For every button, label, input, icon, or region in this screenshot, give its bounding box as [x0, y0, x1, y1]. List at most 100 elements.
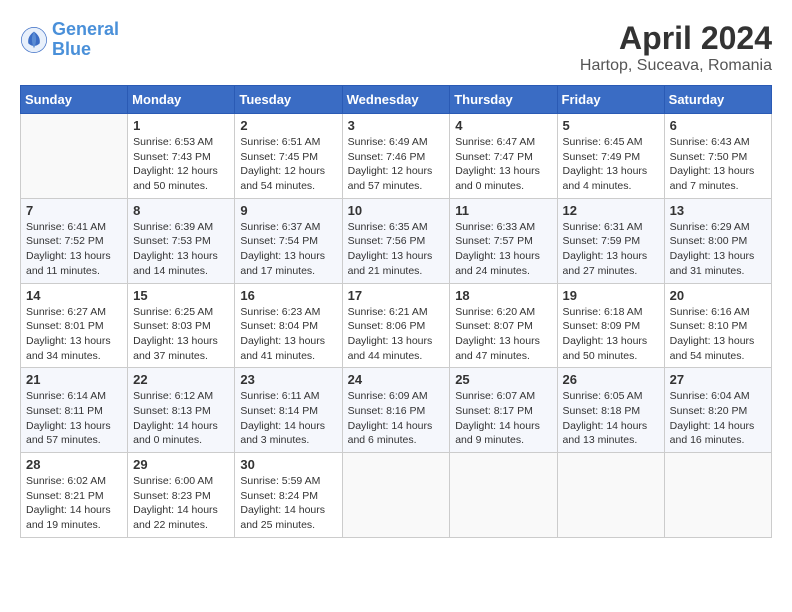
- day-info: Sunrise: 6:43 AM Sunset: 7:50 PM Dayligh…: [670, 135, 766, 194]
- day-info: Sunrise: 6:29 AM Sunset: 8:00 PM Dayligh…: [670, 220, 766, 279]
- day-info: Sunrise: 6:23 AM Sunset: 8:04 PM Dayligh…: [240, 305, 336, 364]
- calendar-cell: 9 Sunrise: 6:37 AM Sunset: 7:54 PM Daylig…: [235, 198, 342, 283]
- day-info: Sunrise: 6:47 AM Sunset: 7:47 PM Dayligh…: [455, 135, 551, 194]
- day-number: 8: [133, 203, 229, 218]
- calendar-cell: 25Sunrise: 6:07 AM Sunset: 8:17 PM Dayli…: [450, 368, 557, 453]
- day-number: 15: [133, 288, 229, 303]
- calendar-cell: 10 Sunrise: 6:35 AM Sunset: 7:56 PM Dayli…: [342, 198, 450, 283]
- calendar-cell: 11 Sunrise: 6:33 AM Sunset: 7:57 PM Dayli…: [450, 198, 557, 283]
- day-info: Sunrise: 6:00 AM Sunset: 8:23 PM Dayligh…: [133, 474, 229, 533]
- day-info: Sunrise: 6:33 AM Sunset: 7:57 PM Dayligh…: [455, 220, 551, 279]
- calendar-cell: [342, 453, 450, 538]
- calendar-week-row: 7 Sunrise: 6:41 AM Sunset: 7:52 PM Daylig…: [21, 198, 772, 283]
- calendar-cell: 3 Sunrise: 6:49 AM Sunset: 7:46 PM Daylig…: [342, 114, 450, 199]
- day-number: 7: [26, 203, 122, 218]
- day-number: 4: [455, 118, 551, 133]
- day-number: 19: [563, 288, 659, 303]
- day-number: 17: [348, 288, 445, 303]
- calendar-cell: 12 Sunrise: 6:31 AM Sunset: 7:59 PM Dayli…: [557, 198, 664, 283]
- day-number: 30: [240, 457, 336, 472]
- calendar-cell: [450, 453, 557, 538]
- calendar-cell: 27 Sunrise: 6:04 AM Sunset: 8:20 PM Dayli…: [664, 368, 771, 453]
- day-number: 18: [455, 288, 551, 303]
- calendar-cell: 8 Sunrise: 6:39 AM Sunset: 7:53 PM Daylig…: [128, 198, 235, 283]
- weekday-header: Thursday: [450, 86, 557, 114]
- day-info: Sunrise: 6:18 AM Sunset: 8:09 PM Dayligh…: [563, 305, 659, 364]
- day-number: 23: [240, 372, 336, 387]
- day-info: Sunrise: 6:05 AM Sunset: 8:18 PM Dayligh…: [563, 389, 659, 448]
- day-info: Sunrise: 6:39 AM Sunset: 7:53 PM Dayligh…: [133, 220, 229, 279]
- day-number: 16: [240, 288, 336, 303]
- day-info: Sunrise: 6:04 AM Sunset: 8:20 PM Dayligh…: [670, 389, 766, 448]
- calendar-cell: 16 Sunrise: 6:23 AM Sunset: 8:04 PM Dayli…: [235, 283, 342, 368]
- calendar-cell: 28 Sunrise: 6:02 AM Sunset: 8:21 PM Dayli…: [21, 453, 128, 538]
- calendar-cell: 5 Sunrise: 6:45 AM Sunset: 7:49 PM Daylig…: [557, 114, 664, 199]
- day-number: 2: [240, 118, 336, 133]
- day-number: 12: [563, 203, 659, 218]
- calendar-cell: 17 Sunrise: 6:21 AM Sunset: 8:06 PM Dayli…: [342, 283, 450, 368]
- calendar-table: SundayMondayTuesdayWednesdayThursdayFrid…: [20, 85, 772, 538]
- weekday-header: Wednesday: [342, 86, 450, 114]
- day-number: 3: [348, 118, 445, 133]
- calendar-cell: 6 Sunrise: 6:43 AM Sunset: 7:50 PM Daylig…: [664, 114, 771, 199]
- day-info: Sunrise: 6:02 AM Sunset: 8:21 PM Dayligh…: [26, 474, 122, 533]
- day-number: 20: [670, 288, 766, 303]
- day-info: Sunrise: 6:41 AM Sunset: 7:52 PM Dayligh…: [26, 220, 122, 279]
- calendar-cell: 7 Sunrise: 6:41 AM Sunset: 7:52 PM Daylig…: [21, 198, 128, 283]
- day-info: Sunrise: 6:27 AM Sunset: 8:01 PM Dayligh…: [26, 305, 122, 364]
- logo: General Blue: [20, 20, 119, 60]
- day-number: 10: [348, 203, 445, 218]
- calendar-header-row: SundayMondayTuesdayWednesdayThursdayFrid…: [21, 86, 772, 114]
- calendar-cell: [664, 453, 771, 538]
- logo-text: General Blue: [52, 20, 119, 60]
- day-info: Sunrise: 6:21 AM Sunset: 8:06 PM Dayligh…: [348, 305, 445, 364]
- calendar-cell: 22Sunrise: 6:12 AM Sunset: 8:13 PM Dayli…: [128, 368, 235, 453]
- calendar-cell: [21, 114, 128, 199]
- calendar-cell: 21 Sunrise: 6:14 AM Sunset: 8:11 PM Dayli…: [21, 368, 128, 453]
- day-info: Sunrise: 6:37 AM Sunset: 7:54 PM Dayligh…: [240, 220, 336, 279]
- calendar-cell: 20Sunrise: 6:16 AM Sunset: 8:10 PM Dayli…: [664, 283, 771, 368]
- day-info: Sunrise: 6:14 AM Sunset: 8:11 PM Dayligh…: [26, 389, 122, 448]
- page-title: April 2024: [580, 20, 772, 57]
- day-number: 11: [455, 203, 551, 218]
- day-number: 13: [670, 203, 766, 218]
- day-number: 6: [670, 118, 766, 133]
- calendar-cell: 19 Sunrise: 6:18 AM Sunset: 8:09 PM Dayli…: [557, 283, 664, 368]
- day-number: 29: [133, 457, 229, 472]
- calendar-cell: 29 Sunrise: 6:00 AM Sunset: 8:23 PM Dayli…: [128, 453, 235, 538]
- calendar-cell: 24Sunrise: 6:09 AM Sunset: 8:16 PM Dayli…: [342, 368, 450, 453]
- calendar-week-row: 14Sunrise: 6:27 AM Sunset: 8:01 PM Dayli…: [21, 283, 772, 368]
- day-info: Sunrise: 6:09 AM Sunset: 8:16 PM Dayligh…: [348, 389, 445, 448]
- calendar-week-row: 21 Sunrise: 6:14 AM Sunset: 8:11 PM Dayli…: [21, 368, 772, 453]
- weekday-header: Tuesday: [235, 86, 342, 114]
- day-number: 21: [26, 372, 122, 387]
- calendar-cell: 26 Sunrise: 6:05 AM Sunset: 8:18 PM Dayli…: [557, 368, 664, 453]
- day-info: Sunrise: 6:12 AM Sunset: 8:13 PM Dayligh…: [133, 389, 229, 448]
- calendar-cell: 15Sunrise: 6:25 AM Sunset: 8:03 PM Dayli…: [128, 283, 235, 368]
- day-info: Sunrise: 6:31 AM Sunset: 7:59 PM Dayligh…: [563, 220, 659, 279]
- day-info: Sunrise: 6:51 AM Sunset: 7:45 PM Dayligh…: [240, 135, 336, 194]
- day-info: Sunrise: 6:35 AM Sunset: 7:56 PM Dayligh…: [348, 220, 445, 279]
- header: General Blue April 2024 Hartop, Suceava,…: [20, 20, 772, 75]
- day-number: 25: [455, 372, 551, 387]
- calendar-cell: 13 Sunrise: 6:29 AM Sunset: 8:00 PM Dayli…: [664, 198, 771, 283]
- day-number: 9: [240, 203, 336, 218]
- day-info: Sunrise: 6:45 AM Sunset: 7:49 PM Dayligh…: [563, 135, 659, 194]
- day-info: Sunrise: 6:11 AM Sunset: 8:14 PM Dayligh…: [240, 389, 336, 448]
- logo-icon: [20, 26, 48, 54]
- day-info: Sunrise: 6:20 AM Sunset: 8:07 PM Dayligh…: [455, 305, 551, 364]
- day-number: 27: [670, 372, 766, 387]
- day-number: 28: [26, 457, 122, 472]
- calendar-cell: 1Sunrise: 6:53 AM Sunset: 7:43 PM Daylig…: [128, 114, 235, 199]
- calendar-cell: 14Sunrise: 6:27 AM Sunset: 8:01 PM Dayli…: [21, 283, 128, 368]
- day-number: 26: [563, 372, 659, 387]
- calendar-cell: 4 Sunrise: 6:47 AM Sunset: 7:47 PM Daylig…: [450, 114, 557, 199]
- day-info: Sunrise: 6:49 AM Sunset: 7:46 PM Dayligh…: [348, 135, 445, 194]
- calendar-week-row: 28 Sunrise: 6:02 AM Sunset: 8:21 PM Dayli…: [21, 453, 772, 538]
- day-info: Sunrise: 5:59 AM Sunset: 8:24 PM Dayligh…: [240, 474, 336, 533]
- weekday-header: Saturday: [664, 86, 771, 114]
- calendar-cell: 18 Sunrise: 6:20 AM Sunset: 8:07 PM Dayli…: [450, 283, 557, 368]
- day-number: 5: [563, 118, 659, 133]
- day-number: 1: [133, 118, 229, 133]
- calendar-cell: 2 Sunrise: 6:51 AM Sunset: 7:45 PM Daylig…: [235, 114, 342, 199]
